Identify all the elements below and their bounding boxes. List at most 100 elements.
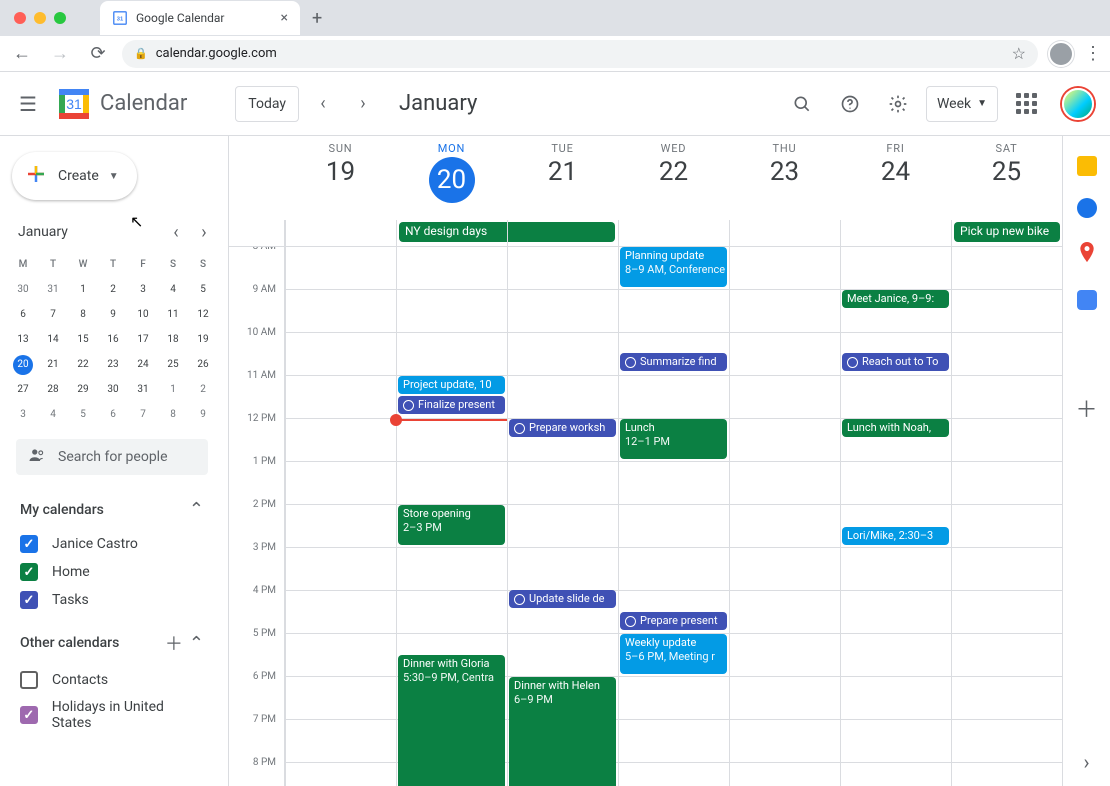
day-header[interactable]: SAT25 [951, 136, 1062, 220]
mini-day[interactable]: 30 [8, 277, 38, 302]
calendar-event[interactable]: Project update, 10 [398, 376, 505, 394]
calendar-item[interactable]: Holidays in United States [14, 694, 210, 736]
mini-day[interactable]: 1 [158, 377, 188, 402]
checkbox[interactable] [20, 535, 38, 553]
google-apps-button[interactable] [1006, 84, 1046, 124]
day-header[interactable]: FRI24 [840, 136, 951, 220]
mini-day[interactable]: 31 [38, 277, 68, 302]
today-button[interactable]: Today [235, 86, 299, 122]
tasks-icon[interactable] [1077, 198, 1097, 218]
task-event[interactable]: Prepare worksh [509, 419, 616, 437]
mini-day[interactable]: 5 [68, 402, 98, 427]
mini-day[interactable]: 7 [38, 302, 68, 327]
mini-day[interactable]: 24 [128, 352, 158, 377]
new-tab-button[interactable]: + [312, 8, 322, 29]
other-calendars-header[interactable]: Other calendars ＋ ⌃ [14, 624, 210, 666]
day-header[interactable]: THU23 [729, 136, 840, 220]
mini-day[interactable]: 16 [98, 327, 128, 352]
window-close-icon[interactable] [14, 12, 26, 24]
browser-tab[interactable]: 31 Google Calendar × [100, 1, 300, 35]
keep-icon[interactable] [1077, 156, 1097, 176]
day-header[interactable]: WED22 [618, 136, 729, 220]
task-event[interactable]: Summarize find [620, 353, 727, 371]
mini-day[interactable]: 17 [128, 327, 158, 352]
checkbox[interactable] [20, 706, 38, 724]
mini-day[interactable]: 8 [68, 302, 98, 327]
address-bar[interactable]: 🔒 calendar.google.com ☆ [122, 40, 1038, 68]
mini-day[interactable]: 1 [68, 277, 98, 302]
mini-day[interactable]: 3 [128, 277, 158, 302]
mini-day[interactable]: 19 [188, 327, 218, 352]
mini-day[interactable]: 9 [188, 402, 218, 427]
mini-day[interactable]: 8 [158, 402, 188, 427]
mini-day[interactable]: 2 [188, 377, 218, 402]
day-header[interactable]: SUN19 [285, 136, 396, 220]
mini-day[interactable]: 23 [98, 352, 128, 377]
allday-cell[interactable]: Pick up new bike [951, 220, 1062, 246]
calendar-event[interactable]: Lunch with Noah, [842, 419, 949, 437]
settings-button[interactable] [878, 84, 918, 124]
mini-next-button[interactable]: › [190, 218, 218, 246]
calendar-event[interactable]: Weekly update5–6 PM, Meeting r [620, 634, 727, 674]
calendar-event[interactable]: Lunch12–1 PM [620, 419, 727, 459]
mini-day[interactable]: 29 [68, 377, 98, 402]
create-button[interactable]: Create ▼ [12, 152, 137, 200]
tab-close-icon[interactable]: × [281, 10, 288, 26]
mini-day[interactable]: 6 [98, 402, 128, 427]
browser-back-button[interactable]: ← [8, 43, 36, 64]
browser-profile-avatar[interactable] [1048, 41, 1074, 67]
mini-day[interactable]: 11 [158, 302, 188, 327]
calendar-event[interactable]: Dinner with Gloria5:30–9 PM, Centra [398, 655, 505, 786]
mini-day[interactable]: 20 [8, 352, 38, 377]
checkbox[interactable] [20, 591, 38, 609]
mini-day[interactable]: 30 [98, 377, 128, 402]
mini-day[interactable]: 21 [38, 352, 68, 377]
mini-day[interactable]: 25 [158, 352, 188, 377]
view-selector[interactable]: Week▼ [926, 86, 998, 122]
maps-icon[interactable] [1077, 240, 1097, 268]
add-calendar-icon[interactable]: ＋ [165, 630, 183, 656]
browser-forward-button[interactable]: → [46, 43, 74, 64]
mini-day[interactable]: 3 [8, 402, 38, 427]
mini-day[interactable]: 27 [8, 377, 38, 402]
allday-cell[interactable] [507, 220, 618, 246]
mini-day[interactable]: 26 [188, 352, 218, 377]
task-event[interactable]: Prepare present [620, 612, 727, 630]
calendar-item[interactable]: Home [14, 558, 210, 586]
mini-prev-button[interactable]: ‹ [162, 218, 190, 246]
calendar-event[interactable]: Store opening2–3 PM [398, 505, 505, 545]
browser-reload-button[interactable]: ⟳ [84, 43, 112, 64]
day-header[interactable]: MON20 [396, 136, 507, 220]
search-people-input[interactable]: Search for people [16, 439, 208, 475]
allday-cell[interactable] [285, 220, 396, 246]
mini-day[interactable]: 2 [98, 277, 128, 302]
calendar-item[interactable]: Janice Castro [14, 530, 210, 558]
mini-day[interactable]: 31 [128, 377, 158, 402]
calendar-event[interactable]: Lori/Mike, 2:30–3 [842, 527, 949, 545]
next-period-button[interactable]: › [347, 88, 379, 120]
allday-cell[interactable] [618, 220, 729, 246]
allday-cell[interactable] [729, 220, 840, 246]
checkbox[interactable] [20, 563, 38, 581]
my-calendars-header[interactable]: My calendars ⌃ [14, 493, 210, 530]
allday-event[interactable]: Pick up new bike [954, 222, 1060, 242]
bookmark-icon[interactable]: ☆ [1012, 44, 1026, 63]
allday-cell[interactable]: NY design days [396, 220, 507, 246]
browser-menu-icon[interactable]: ⋮ [1084, 43, 1102, 64]
support-button[interactable] [830, 84, 870, 124]
mini-day[interactable]: 28 [38, 377, 68, 402]
window-minimize-icon[interactable] [34, 12, 46, 24]
task-event[interactable]: Reach out to To [842, 353, 949, 371]
mini-day[interactable]: 15 [68, 327, 98, 352]
mini-day[interactable]: 9 [98, 302, 128, 327]
mini-day[interactable]: 13 [8, 327, 38, 352]
main-menu-button[interactable]: ☰ [8, 84, 48, 124]
addons-button[interactable]: ＋ [1075, 392, 1097, 424]
task-event[interactable]: Finalize present [398, 396, 505, 414]
mini-day[interactable]: 10 [128, 302, 158, 327]
allday-cell[interactable] [840, 220, 951, 246]
mini-day[interactable]: 18 [158, 327, 188, 352]
window-zoom-icon[interactable] [54, 12, 66, 24]
mini-day[interactable]: 12 [188, 302, 218, 327]
calendar-event[interactable]: Meet Janice, 9–9: [842, 290, 949, 308]
